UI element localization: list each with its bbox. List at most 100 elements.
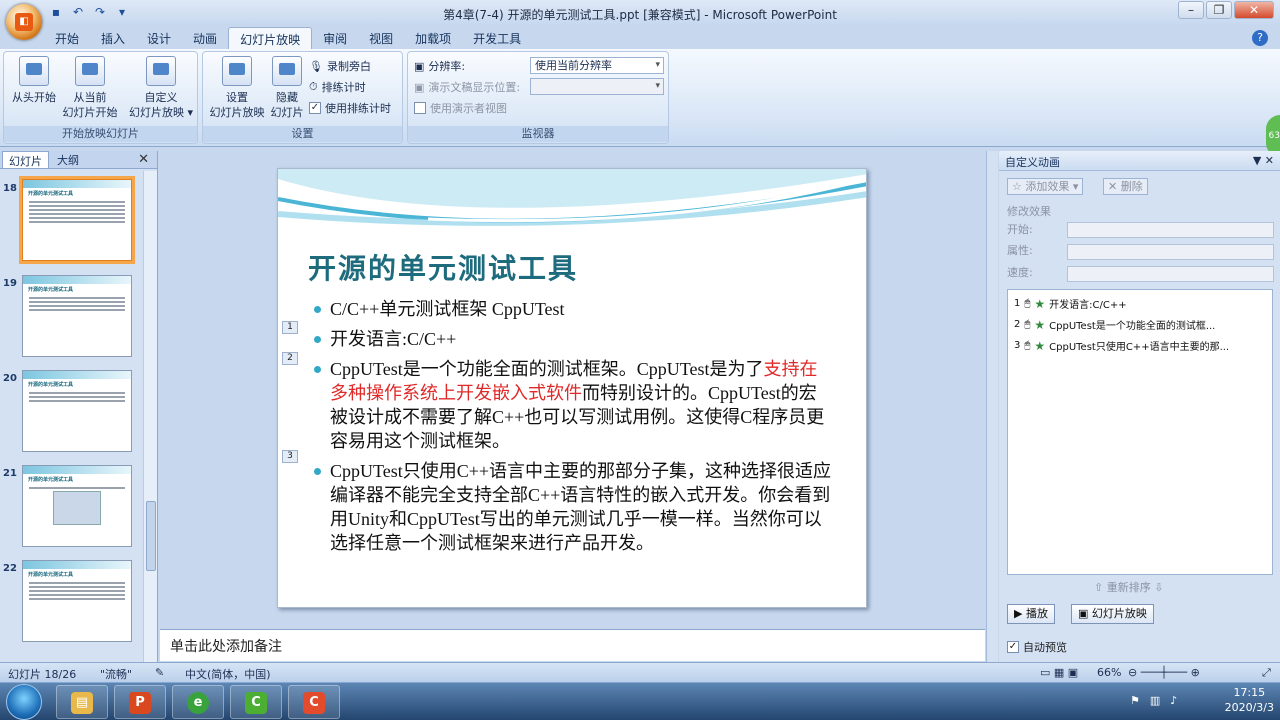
animation-item[interactable]: 1 🖱 ★ 开发语言:C/C++ bbox=[1014, 296, 1127, 312]
from-current-button[interactable]: 从当前 幻灯片开始 bbox=[60, 56, 120, 120]
network-icon[interactable]: ▥ bbox=[1150, 694, 1160, 707]
splitter[interactable] bbox=[986, 151, 998, 662]
animation-item[interactable]: 2 🖱 ★ CppUTest是一个功能全面的测试框... bbox=[1014, 317, 1215, 333]
use-timings-checkbox[interactable]: ✓ 使用排练计时 bbox=[309, 100, 391, 116]
office-logo-icon: ◧ bbox=[15, 13, 33, 31]
tab-home[interactable]: 开始 bbox=[44, 27, 90, 49]
office-button[interactable]: ◧ bbox=[6, 4, 42, 40]
mouse-click-icon: 🖱 bbox=[1024, 340, 1031, 351]
start-dropdown[interactable] bbox=[1067, 222, 1274, 238]
slide-thumbnail[interactable]: 开源的单元测试工具 bbox=[22, 465, 132, 547]
window-controls: – ❐ ✕ bbox=[1178, 1, 1274, 19]
ribbon-tabs: 开始 插入 设计 动画 幻灯片放映 审阅 视图 加载项 开发工具 bbox=[44, 27, 532, 49]
slide-thumbnail[interactable]: 开源的单元测试工具 bbox=[19, 176, 135, 264]
rehearse-timings-button[interactable]: ⏱ 排练计时 bbox=[309, 79, 366, 95]
speed-dropdown[interactable] bbox=[1067, 266, 1274, 282]
from-beginning-button[interactable]: 从头开始 bbox=[8, 56, 60, 105]
custom-animation-pane: 自定义动画 ▼ ✕ ☆ 添加效果 ▾ ✕ 删除 修改效果 开始: 属性: 速度: … bbox=[999, 151, 1280, 662]
monitors-group: ▣分辨率: 使用当前分辨率 ▣演示文稿显示位置: 使用演示者视图 监视器 bbox=[407, 51, 669, 144]
tab-slides[interactable]: 幻灯片 bbox=[2, 151, 49, 168]
undo-icon[interactable]: ↶ bbox=[70, 4, 86, 20]
slideshow-button[interactable]: ▣ 幻灯片放映 bbox=[1071, 604, 1154, 624]
redo-icon[interactable]: ↷ bbox=[92, 4, 108, 20]
record-narration-button[interactable]: 🎙 录制旁白 bbox=[309, 58, 371, 74]
quick-access-toolbar: ▪ ↶ ↷ ▾ bbox=[48, 4, 130, 20]
play-button[interactable]: ▶ 播放 bbox=[1007, 604, 1055, 624]
animation-tag[interactable]: 1 bbox=[282, 321, 298, 334]
tab-review[interactable]: 审阅 bbox=[312, 27, 358, 49]
close-pane-icon[interactable]: ✕ bbox=[138, 152, 149, 167]
animation-tag[interactable]: 3 bbox=[282, 450, 298, 463]
current-slide[interactable]: 开源的单元测试工具 C/C++单元测试框架 CppUTest 开发语言:C/C+… bbox=[277, 168, 867, 608]
group-label-setup: 设置 bbox=[203, 126, 402, 142]
tab-insert[interactable]: 插入 bbox=[90, 27, 136, 49]
zoom-slider[interactable]: ⊖ ───┼─── ⊕ bbox=[1128, 666, 1200, 679]
language-indicator[interactable]: 中文(简体，中国) bbox=[185, 666, 271, 682]
thumbnails-scrollbar[interactable] bbox=[143, 171, 157, 662]
checkbox-checked-icon: ✓ bbox=[1007, 641, 1019, 653]
scrollbar-thumb[interactable] bbox=[146, 501, 156, 571]
browser-icon: e bbox=[187, 692, 209, 714]
customize-icon[interactable]: ▾ bbox=[114, 4, 130, 20]
pane-tabs: 幻灯片 大纲 bbox=[0, 151, 157, 169]
animation-item[interactable]: 3 🖱 ★ CppUTest只使用C++语言中主要的那... bbox=[1014, 338, 1229, 354]
resolution-dropdown[interactable]: 使用当前分辨率 bbox=[530, 57, 664, 74]
slide-number: 19 bbox=[3, 278, 17, 289]
close-button[interactable]: ✕ bbox=[1234, 1, 1274, 19]
clock[interactable]: 17:15 2020/3/3 bbox=[1225, 685, 1274, 715]
maximize-button[interactable]: ❐ bbox=[1206, 1, 1232, 19]
taskbar-app-c-red[interactable]: C bbox=[288, 685, 340, 719]
slide-number: 21 bbox=[3, 468, 17, 479]
view-buttons[interactable]: ▭ ▦ ▣ bbox=[1040, 666, 1078, 679]
help-icon[interactable]: ? bbox=[1252, 30, 1268, 46]
taskbar-powerpoint[interactable]: P bbox=[114, 685, 166, 719]
tab-outline[interactable]: 大纲 bbox=[51, 151, 85, 168]
notes-pane[interactable]: 单击此处添加备注 bbox=[160, 629, 985, 661]
slide-thumbnail[interactable]: 开源的单元测试工具 bbox=[22, 370, 132, 452]
custom-slideshow-button[interactable]: 自定义 幻灯片放映 ▾ bbox=[126, 56, 196, 120]
animation-list: 1 🖱 ★ 开发语言:C/C++ 2 🖱 ★ CppUTest是一个功能全面的测试框... … bbox=[1007, 289, 1273, 575]
hide-slide-button[interactable]: 隐藏 幻灯片 bbox=[267, 56, 307, 120]
group-label-monitors: 监视器 bbox=[408, 126, 668, 142]
show-on-dropdown[interactable] bbox=[530, 78, 664, 95]
slide-body[interactable]: C/C++单元测试框架 CppUTest 开发语言:C/C++ CppUTest… bbox=[312, 297, 832, 561]
flag-icon[interactable]: ⚑ bbox=[1130, 694, 1140, 707]
taskbar-app-c-green[interactable]: C bbox=[230, 685, 282, 719]
animation-tag[interactable]: 2 bbox=[282, 352, 298, 365]
show-on-label: ▣ 演示文稿显示位置: bbox=[414, 80, 521, 95]
volume-icon[interactable]: ♪ bbox=[1170, 694, 1177, 707]
add-effect-button[interactable]: ☆ 添加效果 ▾ bbox=[1007, 178, 1084, 195]
spellcheck-icon[interactable]: ✎ bbox=[155, 666, 164, 679]
slide-thumbnails: 18 开源的单元测试工具 19 开源的单元测试工具 20 开源的单元测试工具 2… bbox=[0, 171, 142, 662]
tab-developer[interactable]: 开发工具 bbox=[462, 27, 532, 49]
slide-thumbnail[interactable]: 开源的单元测试工具 bbox=[22, 560, 132, 642]
tab-slideshow[interactable]: 幻灯片放映 bbox=[228, 27, 313, 49]
start-button[interactable] bbox=[6, 684, 42, 720]
save-icon[interactable]: ▪ bbox=[48, 4, 64, 20]
slide-number: 18 bbox=[3, 183, 17, 194]
presenter-view-checkbox[interactable]: 使用演示者视图 bbox=[414, 100, 507, 116]
tab-animations[interactable]: 动画 bbox=[182, 27, 228, 49]
slide-title[interactable]: 开源的单元测试工具 bbox=[308, 247, 578, 287]
taskbar-browser[interactable]: e bbox=[172, 685, 224, 719]
auto-preview-checkbox[interactable]: ✓ 自动预览 bbox=[1007, 639, 1067, 655]
setup-slideshow-button[interactable]: 设置 幻灯片放映 bbox=[207, 56, 267, 120]
taskbar-explorer[interactable]: ▤ bbox=[56, 685, 108, 719]
entrance-effect-icon: ★ bbox=[1034, 296, 1046, 311]
slides-pane: 幻灯片 大纲 ✕ 18 开源的单元测试工具 19 开源的单元测试工具 20 开源… bbox=[0, 151, 158, 662]
checkbox-checked-icon: ✓ bbox=[309, 102, 321, 114]
modify-label: 修改效果 bbox=[1007, 205, 1051, 218]
minimize-button[interactable]: – bbox=[1178, 1, 1204, 19]
property-dropdown[interactable] bbox=[1067, 244, 1274, 260]
setup-group: 设置 幻灯片放映 隐藏 幻灯片 🎙 录制旁白 ⏱ 排练计时 ✓ 使用排练计时 设置 bbox=[202, 51, 403, 144]
remove-button[interactable]: ✕ 删除 bbox=[1103, 178, 1148, 195]
pane-controls[interactable]: ▼ ✕ bbox=[1253, 154, 1274, 167]
slide-thumbnail[interactable]: 开源的单元测试工具 bbox=[22, 275, 132, 357]
zoom-level[interactable]: 66% bbox=[1097, 666, 1121, 679]
tab-design[interactable]: 设计 bbox=[136, 27, 182, 49]
bullet-1: C/C++单元测试框架 CppUTest bbox=[312, 297, 832, 321]
fit-window-icon[interactable]: ⤢ bbox=[1262, 666, 1271, 680]
tab-view[interactable]: 视图 bbox=[358, 27, 404, 49]
tab-addins[interactable]: 加载项 bbox=[404, 27, 462, 49]
reorder-control[interactable]: ⇧ 重新排序 ⇩ bbox=[1094, 579, 1163, 595]
